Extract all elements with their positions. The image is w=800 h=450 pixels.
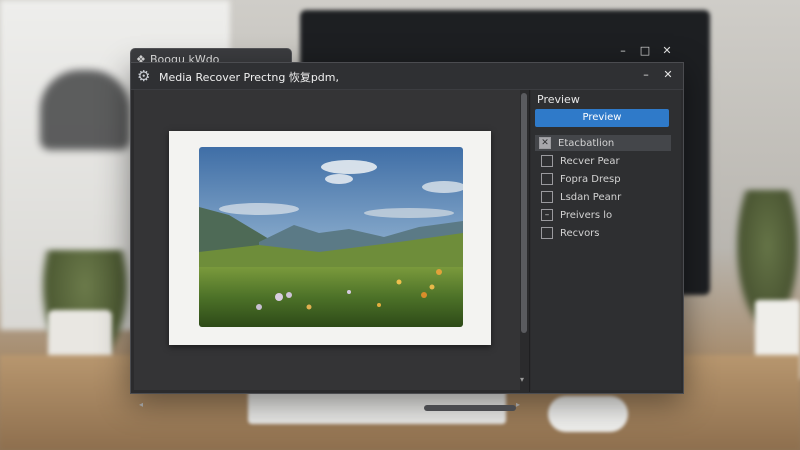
close-icon[interactable]: ✕ (657, 67, 679, 83)
checkbox[interactable] (541, 155, 553, 167)
checkbox[interactable] (541, 227, 553, 239)
checkbox[interactable]: – (541, 209, 553, 221)
background-lamp (40, 70, 130, 150)
window-title: Media Recover Prectng 恢复pdm, (159, 71, 340, 84)
vertical-scrollbar[interactable] (521, 93, 527, 333)
minimize-icon[interactable]: – (635, 67, 657, 83)
checkbox[interactable] (541, 191, 553, 203)
option-label: Recvors (560, 227, 600, 239)
option-item[interactable]: – Preivers lo (537, 207, 669, 223)
photo-frame (169, 131, 491, 345)
landscape-image (199, 147, 463, 327)
option-item[interactable]: Recvors (537, 225, 669, 241)
preview-button[interactable]: Preview (535, 109, 669, 127)
checkbox[interactable]: ✕ (539, 137, 551, 149)
checkbox[interactable] (541, 173, 553, 185)
option-label: Etacbatlion (558, 137, 615, 149)
option-label: Preivers lo (560, 209, 613, 221)
panel-divider[interactable] (529, 90, 530, 392)
background-mouse (548, 396, 628, 432)
main-window: ⚙ Media Recover Prectng 恢复pdm, – ✕ ◂ ▸ ▾… (130, 62, 684, 411)
landscape-photo (199, 147, 463, 327)
option-label: Recver Pear (560, 155, 620, 167)
preview-panel: Preview Preview ✕ Etacbatlion Recver Pea… (531, 90, 681, 390)
maximize-icon[interactable]: □ (634, 43, 656, 59)
scroll-left-icon[interactable]: ◂ (139, 400, 143, 409)
option-label: Fopra Dresp (560, 173, 621, 185)
title-bar[interactable]: ⚙ Media Recover Prectng 恢复pdm, – ✕ (131, 63, 683, 90)
close-icon[interactable]: ✕ (656, 43, 678, 59)
scroll-down-icon[interactable]: ▾ (520, 375, 524, 384)
option-label: Lsdan Peanr (560, 191, 622, 203)
option-item[interactable]: Lsdan Peanr (537, 189, 669, 205)
option-item[interactable]: Recver Pear (537, 153, 669, 169)
horizontal-scrollbar[interactable] (424, 405, 516, 411)
scroll-right-icon[interactable]: ▸ (516, 400, 520, 409)
minimize-icon[interactable]: – (612, 43, 634, 59)
image-canvas[interactable]: ◂ ▸ (134, 90, 520, 411)
gear-icon: ⚙ (137, 67, 151, 85)
back-window-controls: – □ ✕ (612, 43, 680, 59)
option-item[interactable]: ✕ Etacbatlion (535, 135, 671, 151)
window-controls: – ✕ (635, 67, 679, 83)
panel-title: Preview (537, 93, 580, 106)
option-item[interactable]: Fopra Dresp (537, 171, 669, 187)
